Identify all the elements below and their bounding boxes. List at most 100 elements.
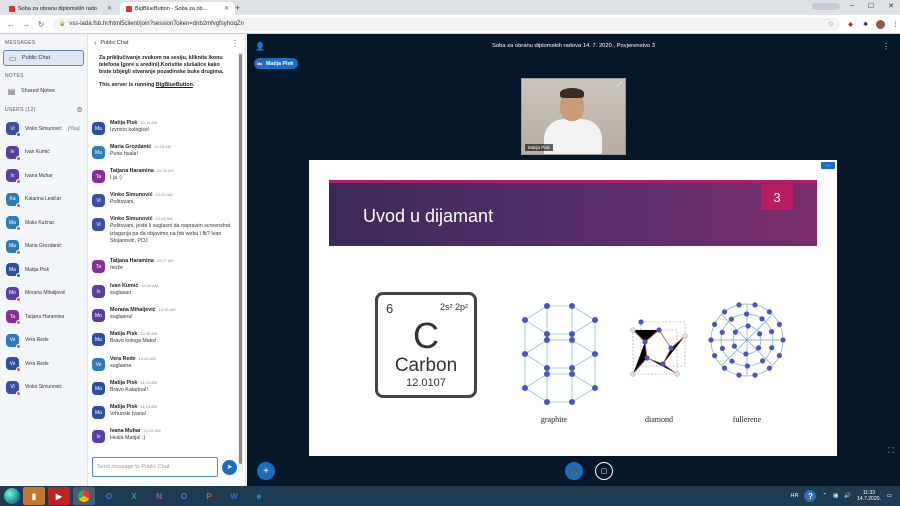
presentation-menu-icon[interactable]: … bbox=[821, 162, 835, 169]
reload-icon[interactable]: ↻ bbox=[37, 20, 45, 29]
message-avatar: Ma bbox=[92, 333, 105, 346]
message-text: Poštovani, jeste li suglasni da napravim… bbox=[110, 223, 231, 244]
file-explorer-icon[interactable]: ▮ bbox=[23, 487, 45, 505]
user-list-item[interactable]: Vi Vinko Simunović (You) bbox=[0, 117, 87, 141]
user-list-item[interactable]: Ma Maks Kužnar bbox=[0, 211, 87, 235]
chat-options-icon[interactable]: ⋮ bbox=[231, 39, 239, 48]
user-avatar: Ma bbox=[6, 239, 21, 255]
presenter-badge[interactable]: Ma Matija Pisk bbox=[254, 58, 299, 69]
bigbluebutton-link[interactable]: BigBlueButton bbox=[156, 82, 193, 88]
tray-expand-icon[interactable]: ⌃ bbox=[822, 493, 827, 499]
message-body: Matija Pisk 10:35 AM Bravo kolega Maks! bbox=[110, 331, 157, 346]
user-initials: Iv bbox=[10, 172, 15, 179]
clock[interactable]: 11:33 14.7.2020. bbox=[857, 490, 881, 502]
fullscreen-icon[interactable]: ⛶ bbox=[888, 446, 894, 456]
user-avatar: Ve bbox=[6, 357, 21, 373]
fullerene-atom bbox=[776, 353, 782, 359]
send-icon[interactable]: ➤ bbox=[222, 459, 237, 475]
excel-icon[interactable]: X bbox=[123, 487, 145, 505]
back-arrow-icon[interactable]: ← bbox=[7, 20, 15, 29]
message-author: Matija Pisk bbox=[110, 404, 138, 410]
user-avatar: Ma bbox=[6, 216, 21, 232]
webcam-video[interactable]: Matija Pisk ⤢ bbox=[521, 78, 626, 155]
chat-compose: ➤ bbox=[92, 456, 242, 478]
shared-notes-item[interactable]: ▤ Shared Notes bbox=[3, 83, 84, 99]
extensions-puzzle-icon[interactable]: ✱ bbox=[861, 21, 870, 28]
chat-message-input[interactable] bbox=[92, 457, 218, 477]
gear-icon[interactable]: ⚙ bbox=[76, 106, 83, 114]
chat-scrollbar[interactable] bbox=[238, 52, 243, 472]
user-initials: Vi bbox=[10, 384, 15, 391]
slide-accent-band bbox=[329, 180, 817, 183]
help-icon[interactable]: ? bbox=[804, 490, 817, 502]
fullerene-atom bbox=[736, 302, 742, 308]
message-author: Vera Rede bbox=[110, 356, 136, 362]
fullerene-structure-image bbox=[708, 302, 786, 378]
fullerene-atom bbox=[719, 345, 725, 351]
user-avatar: Ka bbox=[6, 192, 21, 208]
network-icon[interactable]: ▦ bbox=[833, 493, 838, 499]
user-list-item[interactable]: Iv Ivana Muhar bbox=[0, 164, 87, 188]
tab-favicon-icon bbox=[9, 5, 15, 12]
message-body: Vera Rede 10:46 AM suglasna bbox=[110, 356, 156, 371]
webcam-label: Matija Pisk bbox=[525, 144, 553, 151]
chrome-icon[interactable] bbox=[73, 487, 95, 505]
message-avatar: Ta bbox=[92, 260, 105, 273]
outlook-icon[interactable]: O bbox=[98, 487, 120, 505]
profile-avatar[interactable] bbox=[876, 19, 886, 29]
browser-tab-active[interactable]: BigBlueButton - Soba za ob... ✕ bbox=[120, 2, 235, 15]
language-indicator[interactable]: HR bbox=[791, 493, 799, 499]
chat-title[interactable]: Public Chat bbox=[100, 40, 128, 46]
notifications-icon[interactable]: ▭ bbox=[887, 493, 892, 499]
windows-start-icon[interactable] bbox=[4, 488, 20, 504]
fullerene-atom bbox=[759, 316, 765, 322]
user-initials: Ma bbox=[9, 266, 16, 273]
chat-scrollbar-thumb[interactable] bbox=[239, 54, 242, 464]
user-status-icon bbox=[16, 367, 21, 373]
browser-tab[interactable]: Soba za obranu diplomskih rado ✕ bbox=[3, 2, 118, 15]
user-initials: Ta bbox=[9, 313, 16, 320]
user-list-item[interactable]: Ma Matija Pisk bbox=[0, 258, 87, 282]
headphones-icon[interactable]: 🎧 bbox=[565, 462, 583, 480]
user-list-item[interactable]: Vi Vinko Simunović bbox=[0, 376, 87, 400]
options-menu-icon[interactable]: ⋮ bbox=[882, 42, 890, 51]
public-chat-item[interactable]: ▭ Public Chat bbox=[3, 50, 84, 66]
user-list-item[interactable]: Ta Tatjana Haramina bbox=[0, 305, 87, 329]
message-body: Ivan Kumić 10:28 AM suglasan bbox=[110, 283, 158, 298]
media-player-icon[interactable]: ▶ bbox=[48, 487, 70, 505]
minimize-icon[interactable]: – bbox=[850, 2, 854, 10]
edge-icon[interactable]: e bbox=[248, 487, 270, 505]
user-initials: Iv bbox=[10, 149, 15, 156]
powerpoint-icon[interactable]: P bbox=[198, 487, 220, 505]
screen-share-icon[interactable]: ▢ bbox=[595, 462, 613, 480]
user-list-item[interactable]: Mo Morana Mihaljević bbox=[0, 282, 87, 306]
user-name: Ivana Muhar bbox=[25, 172, 53, 179]
user-list-item[interactable]: Ma Maria Grozdanić bbox=[0, 235, 87, 259]
tab-close-icon[interactable]: ✕ bbox=[107, 5, 112, 12]
chevron-left-icon[interactable]: ‹ bbox=[94, 40, 96, 47]
forward-arrow-icon[interactable]: → bbox=[22, 20, 30, 29]
expand-icon[interactable]: ⤢ bbox=[617, 82, 622, 89]
message-body: Tatjana Haramina 10:27 AM može bbox=[110, 258, 174, 273]
word-icon[interactable]: W bbox=[223, 487, 245, 505]
user-list-item[interactable]: Ka Katarina Lesičar bbox=[0, 188, 87, 212]
maximize-icon[interactable]: ☐ bbox=[868, 2, 874, 10]
fullerene-atom bbox=[743, 351, 749, 357]
browser-menu-icon[interactable]: ⋮ bbox=[891, 21, 900, 28]
address-bar[interactable]: 🔒 vss-lada.fsb.hr/html5client/join?sessi… bbox=[52, 17, 841, 31]
user-avatar: Iv bbox=[6, 145, 21, 161]
bookmark-star-icon[interactable]: ☆ bbox=[828, 20, 834, 28]
user-list-item[interactable]: Ve Vera Rede bbox=[0, 352, 87, 376]
extension-shield-icon[interactable]: ◆ bbox=[846, 21, 855, 28]
outlook-icon-2[interactable]: O bbox=[173, 487, 195, 505]
user-list-item[interactable]: Ve Vera Rede bbox=[0, 329, 87, 353]
new-tab-icon[interactable]: + bbox=[235, 3, 240, 13]
volume-icon[interactable]: 🔊 bbox=[844, 493, 851, 499]
onenote-icon[interactable]: N bbox=[148, 487, 170, 505]
actions-plus-button[interactable]: + bbox=[257, 462, 275, 480]
message-author: Matija Pisk bbox=[110, 120, 138, 126]
close-window-icon[interactable]: ✕ bbox=[888, 2, 894, 10]
server-info: This server is running BigBlueButton. bbox=[99, 82, 228, 89]
tab-close-icon[interactable]: ✕ bbox=[224, 5, 229, 12]
user-list-item[interactable]: Iv Ivan Kumić bbox=[0, 141, 87, 165]
